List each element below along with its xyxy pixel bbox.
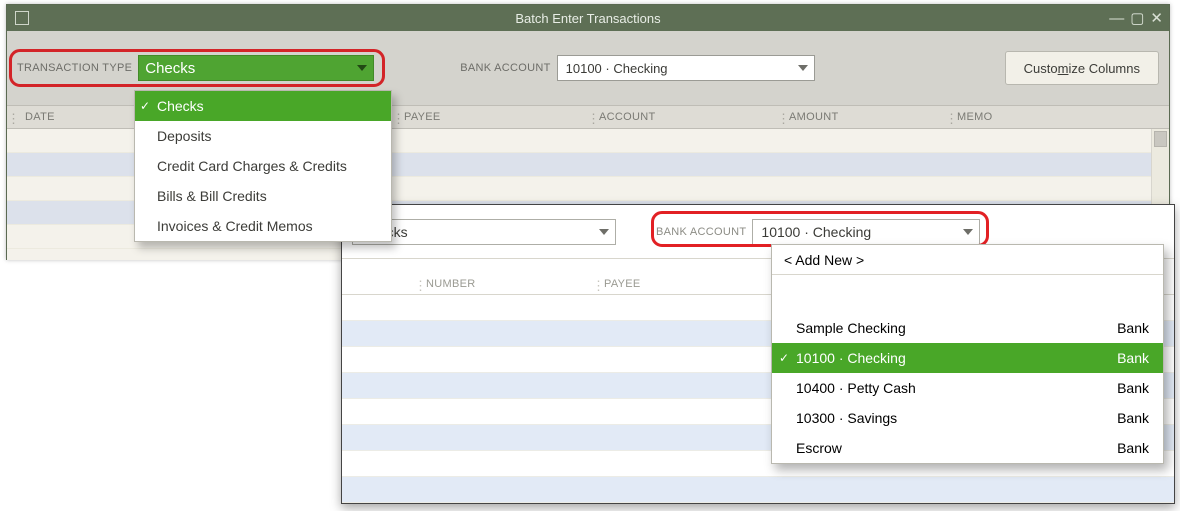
transaction-type-label: TRANSACTION TYPE	[17, 62, 132, 74]
bank-account-combo[interactable]: 10100 · Checking	[557, 55, 815, 81]
menu-item-bills-bill-credits[interactable]: Bills & Bill Credits	[135, 181, 391, 211]
account-item-sample-checking[interactable]: Sample Checking Bank	[772, 313, 1163, 343]
bank-account-label: BANK ACCOUNT	[460, 62, 550, 74]
transaction-type-value: Checks	[145, 60, 195, 77]
dropdown-icon	[599, 229, 609, 235]
window-system-icon[interactable]	[15, 11, 29, 25]
bank-account-value: 10100 · Checking	[566, 61, 668, 76]
account-item-escrow[interactable]: Escrow Bank	[772, 433, 1163, 463]
dropdown-icon	[357, 65, 367, 71]
menu-item-invoices-credit-memos[interactable]: Invoices & Credit Memos	[135, 211, 391, 241]
titlebar: Batch Enter Transactions — ▢ ✕	[7, 5, 1169, 31]
grid-row[interactable]	[342, 477, 1174, 503]
col-payee[interactable]: PAYEE	[392, 111, 587, 123]
dropdown-icon	[798, 65, 808, 71]
col-memo[interactable]: MEMO	[945, 111, 1169, 123]
menu-item-checks[interactable]: Checks	[135, 91, 391, 121]
customize-columns-button[interactable]: Customize Columns	[1005, 51, 1159, 85]
maximize-icon[interactable]: ▢	[1130, 9, 1144, 27]
account-add-new[interactable]: < Add New >	[772, 245, 1163, 275]
bank-account-list[interactable]: < Add New > Sample Checking Bank 10100 ·…	[771, 244, 1164, 464]
account-item-10400-petty-cash[interactable]: 10400 · Petty Cash Bank	[772, 373, 1163, 403]
account-list-spacer	[772, 275, 1163, 313]
transaction-type-combo[interactable]: Checks	[138, 55, 374, 81]
front-panel: Checks BANK ACCOUNT 10100 · Checking NUM…	[341, 204, 1175, 504]
col-account[interactable]: ACCOUNT	[587, 111, 777, 123]
dropdown-icon	[963, 229, 973, 235]
minimize-icon[interactable]: —	[1109, 10, 1124, 27]
close-icon[interactable]: ✕	[1150, 9, 1163, 27]
menu-item-cc-charges-credits[interactable]: Credit Card Charges & Credits	[135, 151, 391, 181]
transaction-type-menu[interactable]: Checks Deposits Credit Card Charges & Cr…	[134, 90, 392, 242]
account-item-10300-savings[interactable]: 10300 · Savings Bank	[772, 403, 1163, 433]
account-item-10100-checking[interactable]: 10100 · Checking Bank	[772, 343, 1163, 373]
front-bank-value: 10100 · Checking	[761, 224, 871, 240]
menu-item-deposits[interactable]: Deposits	[135, 121, 391, 151]
front-col-number[interactable]: NUMBER	[414, 278, 592, 290]
front-col-payee[interactable]: PAYEE	[592, 278, 641, 290]
window-title: Batch Enter Transactions	[7, 11, 1169, 26]
front-bank-label: BANK ACCOUNT	[656, 226, 746, 238]
front-bank-combo[interactable]: 10100 · Checking	[752, 219, 980, 245]
scroll-thumb[interactable]	[1154, 131, 1167, 147]
col-amount[interactable]: AMOUNT	[777, 111, 945, 123]
